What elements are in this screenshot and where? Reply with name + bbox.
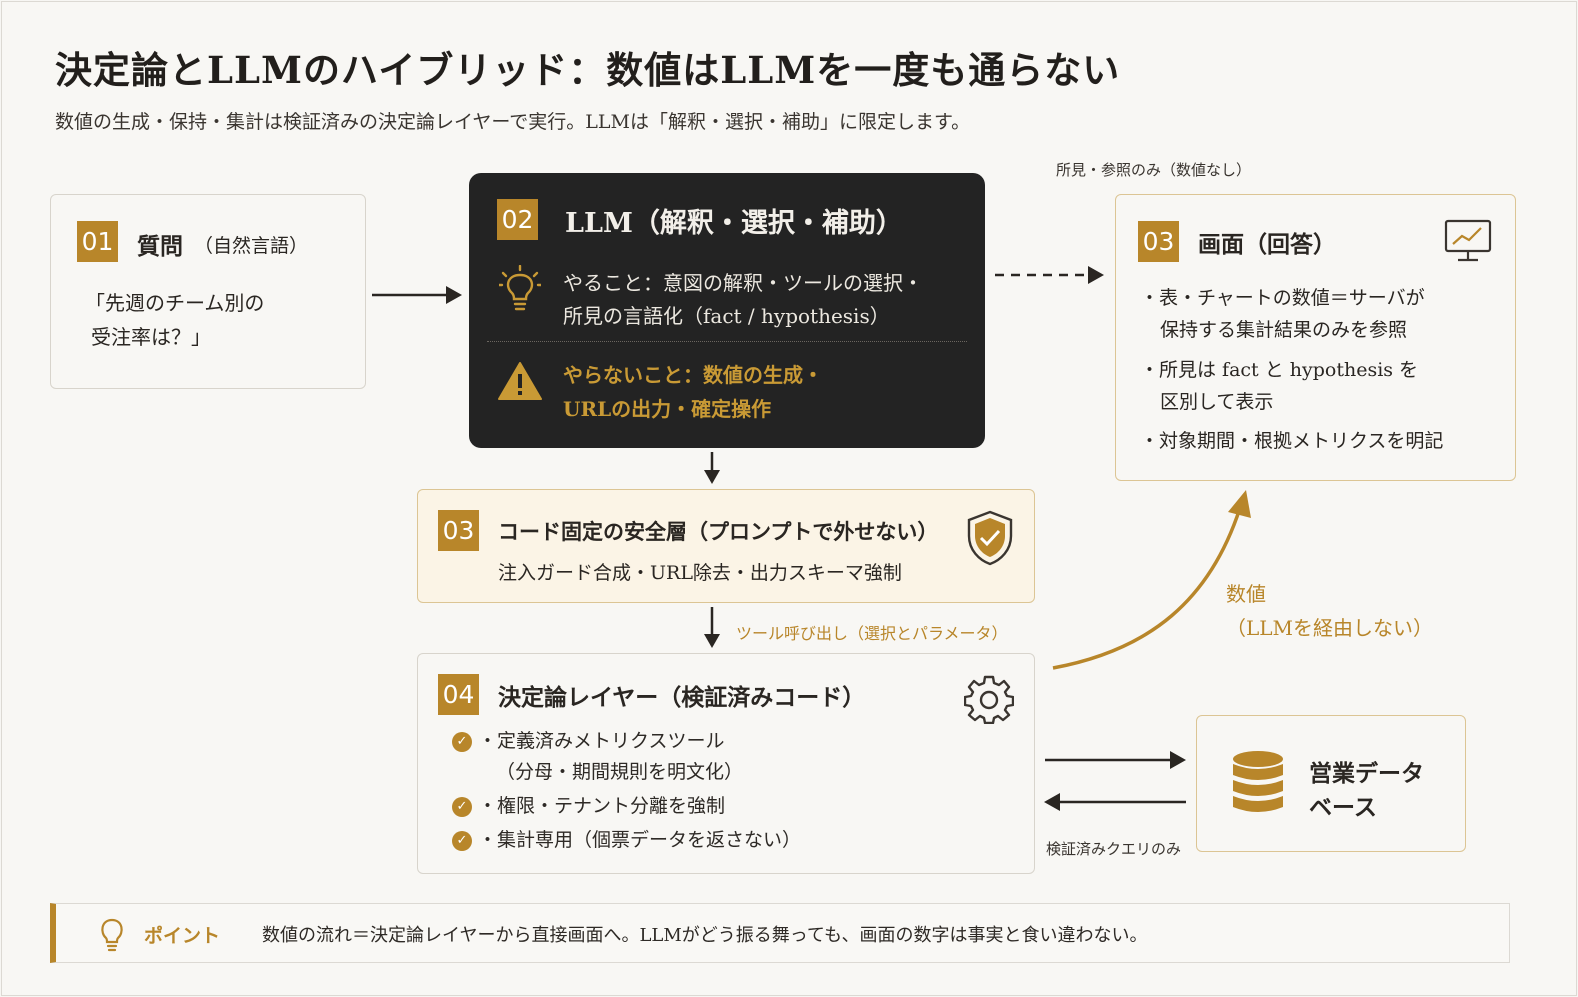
arrow-safety-to-deterministic [704, 607, 720, 648]
point-text: 数値の流れ＝決定論レイヤーから直接画面へ。LLMがどう振る舞っても、画面の数字は… [262, 925, 1148, 946]
arrow-llm-to-screen-dashed [995, 266, 1104, 284]
lightbulb-icon [98, 916, 126, 956]
arrow-from-database [1044, 793, 1186, 811]
flow-arrows [372, 266, 1251, 811]
point-label: ポイント [144, 925, 221, 947]
arrow-question-to-llm [372, 286, 462, 304]
arrow-numbers-to-screen [1052, 490, 1251, 670]
point-callout: ポイント 数値の流れ＝決定論レイヤーから直接画面へ。LLMがどう振る舞っても、画… [50, 903, 1510, 963]
arrow-llm-to-safety-layer [704, 452, 720, 484]
arrow-to-database [1045, 751, 1186, 769]
